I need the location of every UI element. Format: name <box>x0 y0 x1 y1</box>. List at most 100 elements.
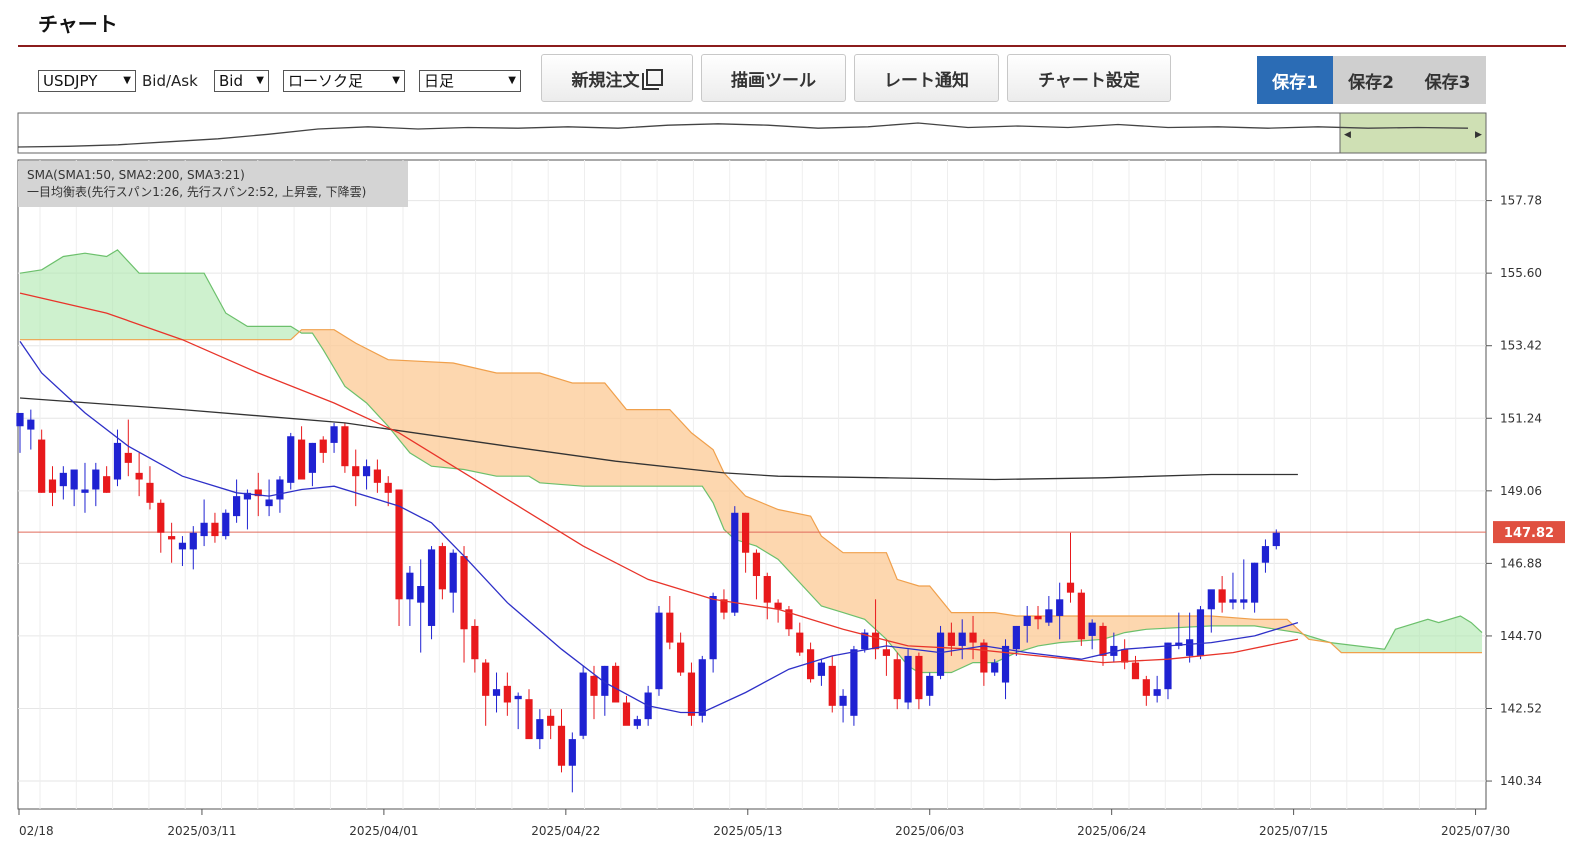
candle-body <box>352 466 360 477</box>
candle-body <box>482 662 490 696</box>
candle-body <box>536 719 544 740</box>
candle-body <box>211 522 219 537</box>
candle-body <box>547 715 555 726</box>
y-tick-label: 149.06 <box>1500 484 1542 498</box>
candle-body <box>557 725 566 766</box>
candle-body <box>590 675 598 696</box>
candle-body <box>460 556 468 630</box>
candle-body <box>882 649 890 656</box>
candle-body <box>828 665 836 706</box>
legend-ichimoku: 一目均衡表(先行スパン1:26, 先行スパン2:52, 上昇雲, 下降雲) <box>27 185 366 199</box>
candle-body <box>384 482 392 493</box>
y-tick-label: 157.78 <box>1500 194 1542 208</box>
candle-body <box>633 719 641 726</box>
candle-body <box>287 436 295 483</box>
candle-body <box>612 665 620 703</box>
candle-body <box>850 649 858 716</box>
candle-body <box>893 659 901 700</box>
candle-body <box>417 586 425 603</box>
chart-panel: チャート USDJPY ▼ Bid/Ask Bid ▼ ローソク足 ▼ 日足 ▼… <box>0 0 1590 860</box>
candle-body <box>178 542 187 550</box>
candle-body <box>341 426 349 467</box>
current-price-label: 147.82 <box>1504 526 1554 541</box>
candle-body <box>1164 642 1172 690</box>
candle-body <box>265 499 273 507</box>
candle-body <box>731 512 739 613</box>
candle-body <box>1099 625 1107 656</box>
y-tick-label: 151.24 <box>1500 411 1542 425</box>
y-axis: 157.78 155.60 153.42 151.24 149.06 146.88 144.… <box>1486 194 1542 788</box>
overview-handle-left-icon[interactable]: ◀ <box>1344 130 1351 140</box>
candle-body <box>817 662 826 676</box>
plot-area[interactable] <box>17 159 1487 810</box>
candle-body <box>222 512 230 537</box>
x-tick-label: 2025/04/22 <box>531 824 600 838</box>
candle-body <box>915 655 923 700</box>
candle-body <box>568 739 576 766</box>
candle-body <box>514 695 522 700</box>
candle-body <box>1153 689 1161 696</box>
candle-body <box>297 439 306 480</box>
candle-body <box>308 442 317 473</box>
candle-body <box>1001 645 1010 683</box>
candle-body <box>59 472 67 487</box>
candle-body <box>698 659 706 716</box>
legend-sma: SMA(SMA1:50, SMA2:200, SMA3:21) <box>27 168 245 182</box>
candle-body <box>373 469 381 483</box>
candle-body <box>655 612 663 690</box>
candle-body <box>525 699 533 740</box>
candle-body <box>16 412 24 427</box>
candle-body <box>1131 662 1140 680</box>
candle-body <box>947 632 955 646</box>
candle-body <box>622 702 631 726</box>
candle-body <box>503 685 511 703</box>
chart-svg[interactable]: ◀ ▶ SMA(SMA1:50, SMA2:200, SMA3:21) 一目均衡… <box>0 0 1590 860</box>
candle-body <box>1261 546 1270 563</box>
overview-navigator[interactable] <box>17 112 1487 154</box>
x-tick-label: 2025/06/24 <box>1077 824 1146 838</box>
candle-body <box>438 546 446 590</box>
candle-body <box>666 612 674 643</box>
candle-body <box>742 512 750 553</box>
candle-body <box>1207 589 1215 610</box>
candle-body <box>1034 615 1042 620</box>
candle-body <box>492 689 501 696</box>
candle-body <box>189 532 197 550</box>
x-tick-label: 2025/05/13 <box>713 824 782 838</box>
candle-body <box>871 632 880 650</box>
overview-selection-window[interactable] <box>1339 112 1487 154</box>
overview-handle-right-icon[interactable]: ▶ <box>1475 130 1482 140</box>
x-tick-label: 2025/04/01 <box>349 824 418 838</box>
candle-body <box>48 479 57 493</box>
candle-body <box>969 632 977 643</box>
candle-body <box>1196 609 1205 656</box>
candle-body <box>113 442 122 480</box>
candle-body <box>70 469 78 490</box>
candle-body <box>1066 582 1075 593</box>
x-tick-label: 2025/07/30 <box>1441 824 1510 838</box>
x-axis: 02/18 2025/03/11 2025/04/01 2025/04/22 2025/… <box>18 809 1510 838</box>
candle-body <box>1251 562 1259 603</box>
candle-body <box>980 642 988 673</box>
candle-body <box>1240 599 1248 603</box>
candle-body <box>687 672 696 716</box>
candle-body <box>752 552 761 577</box>
candle-body <box>1012 625 1020 650</box>
candle-body <box>81 489 89 493</box>
candle-body <box>330 426 338 443</box>
candle-body <box>1218 589 1226 603</box>
y-tick-label: 146.88 <box>1500 556 1542 570</box>
candle-body <box>796 632 804 653</box>
candle-body <box>233 496 241 517</box>
candle-body <box>1077 592 1085 640</box>
candle-body <box>1142 679 1150 696</box>
candle-body <box>146 482 154 503</box>
candle-body <box>709 595 717 660</box>
candle-body <box>579 672 587 736</box>
candle-body <box>168 536 176 540</box>
candle-body <box>677 642 685 673</box>
candle-body <box>936 632 945 676</box>
candle-body <box>926 675 934 696</box>
candle-body <box>471 625 479 660</box>
candle-body <box>319 439 327 453</box>
